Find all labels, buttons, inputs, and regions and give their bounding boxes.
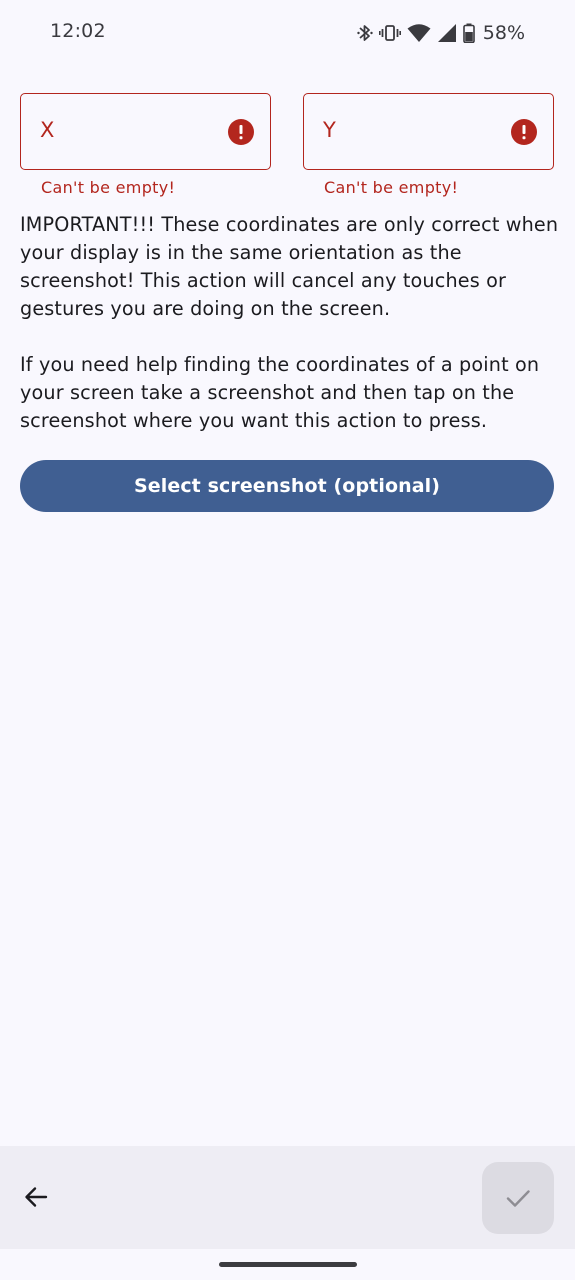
confirm-button[interactable] [482,1162,554,1234]
y-field-label: Y [323,118,336,142]
battery-percent: 58% [482,22,525,44]
info-paragraph-help: If you need help finding the coordinates… [20,353,540,432]
status-icons: 58% [357,20,525,46]
signal-icon [437,24,456,42]
battery-icon [462,23,475,43]
select-screenshot-button[interactable]: Select screenshot (optional) [20,460,554,512]
x-field-label: X [40,118,55,142]
check-icon [506,1190,530,1207]
y-coordinate-field[interactable]: Y [303,93,554,170]
status-time: 12:02 [50,20,106,42]
wifi-icon [407,24,431,42]
arrow-left-icon[interactable] [22,1183,50,1211]
x-coordinate-field[interactable]: X [20,93,271,170]
gesture-nav-handle[interactable] [219,1262,357,1267]
info-text: IMPORTANT!!! These coordinates are only … [20,211,560,435]
status-bar: 12:02 58% [0,0,575,66]
x-field-error: Can't be empty! [41,178,176,197]
bluetooth-icon [357,25,373,41]
y-field-error: Can't be empty! [324,178,459,197]
bottom-app-bar [0,1146,575,1249]
error-icon [228,119,254,145]
vibrate-icon [378,25,401,41]
gesture-nav-area [0,1249,575,1280]
error-icon [511,119,537,145]
info-paragraph-important: IMPORTANT!!! These coordinates are only … [20,213,559,320]
